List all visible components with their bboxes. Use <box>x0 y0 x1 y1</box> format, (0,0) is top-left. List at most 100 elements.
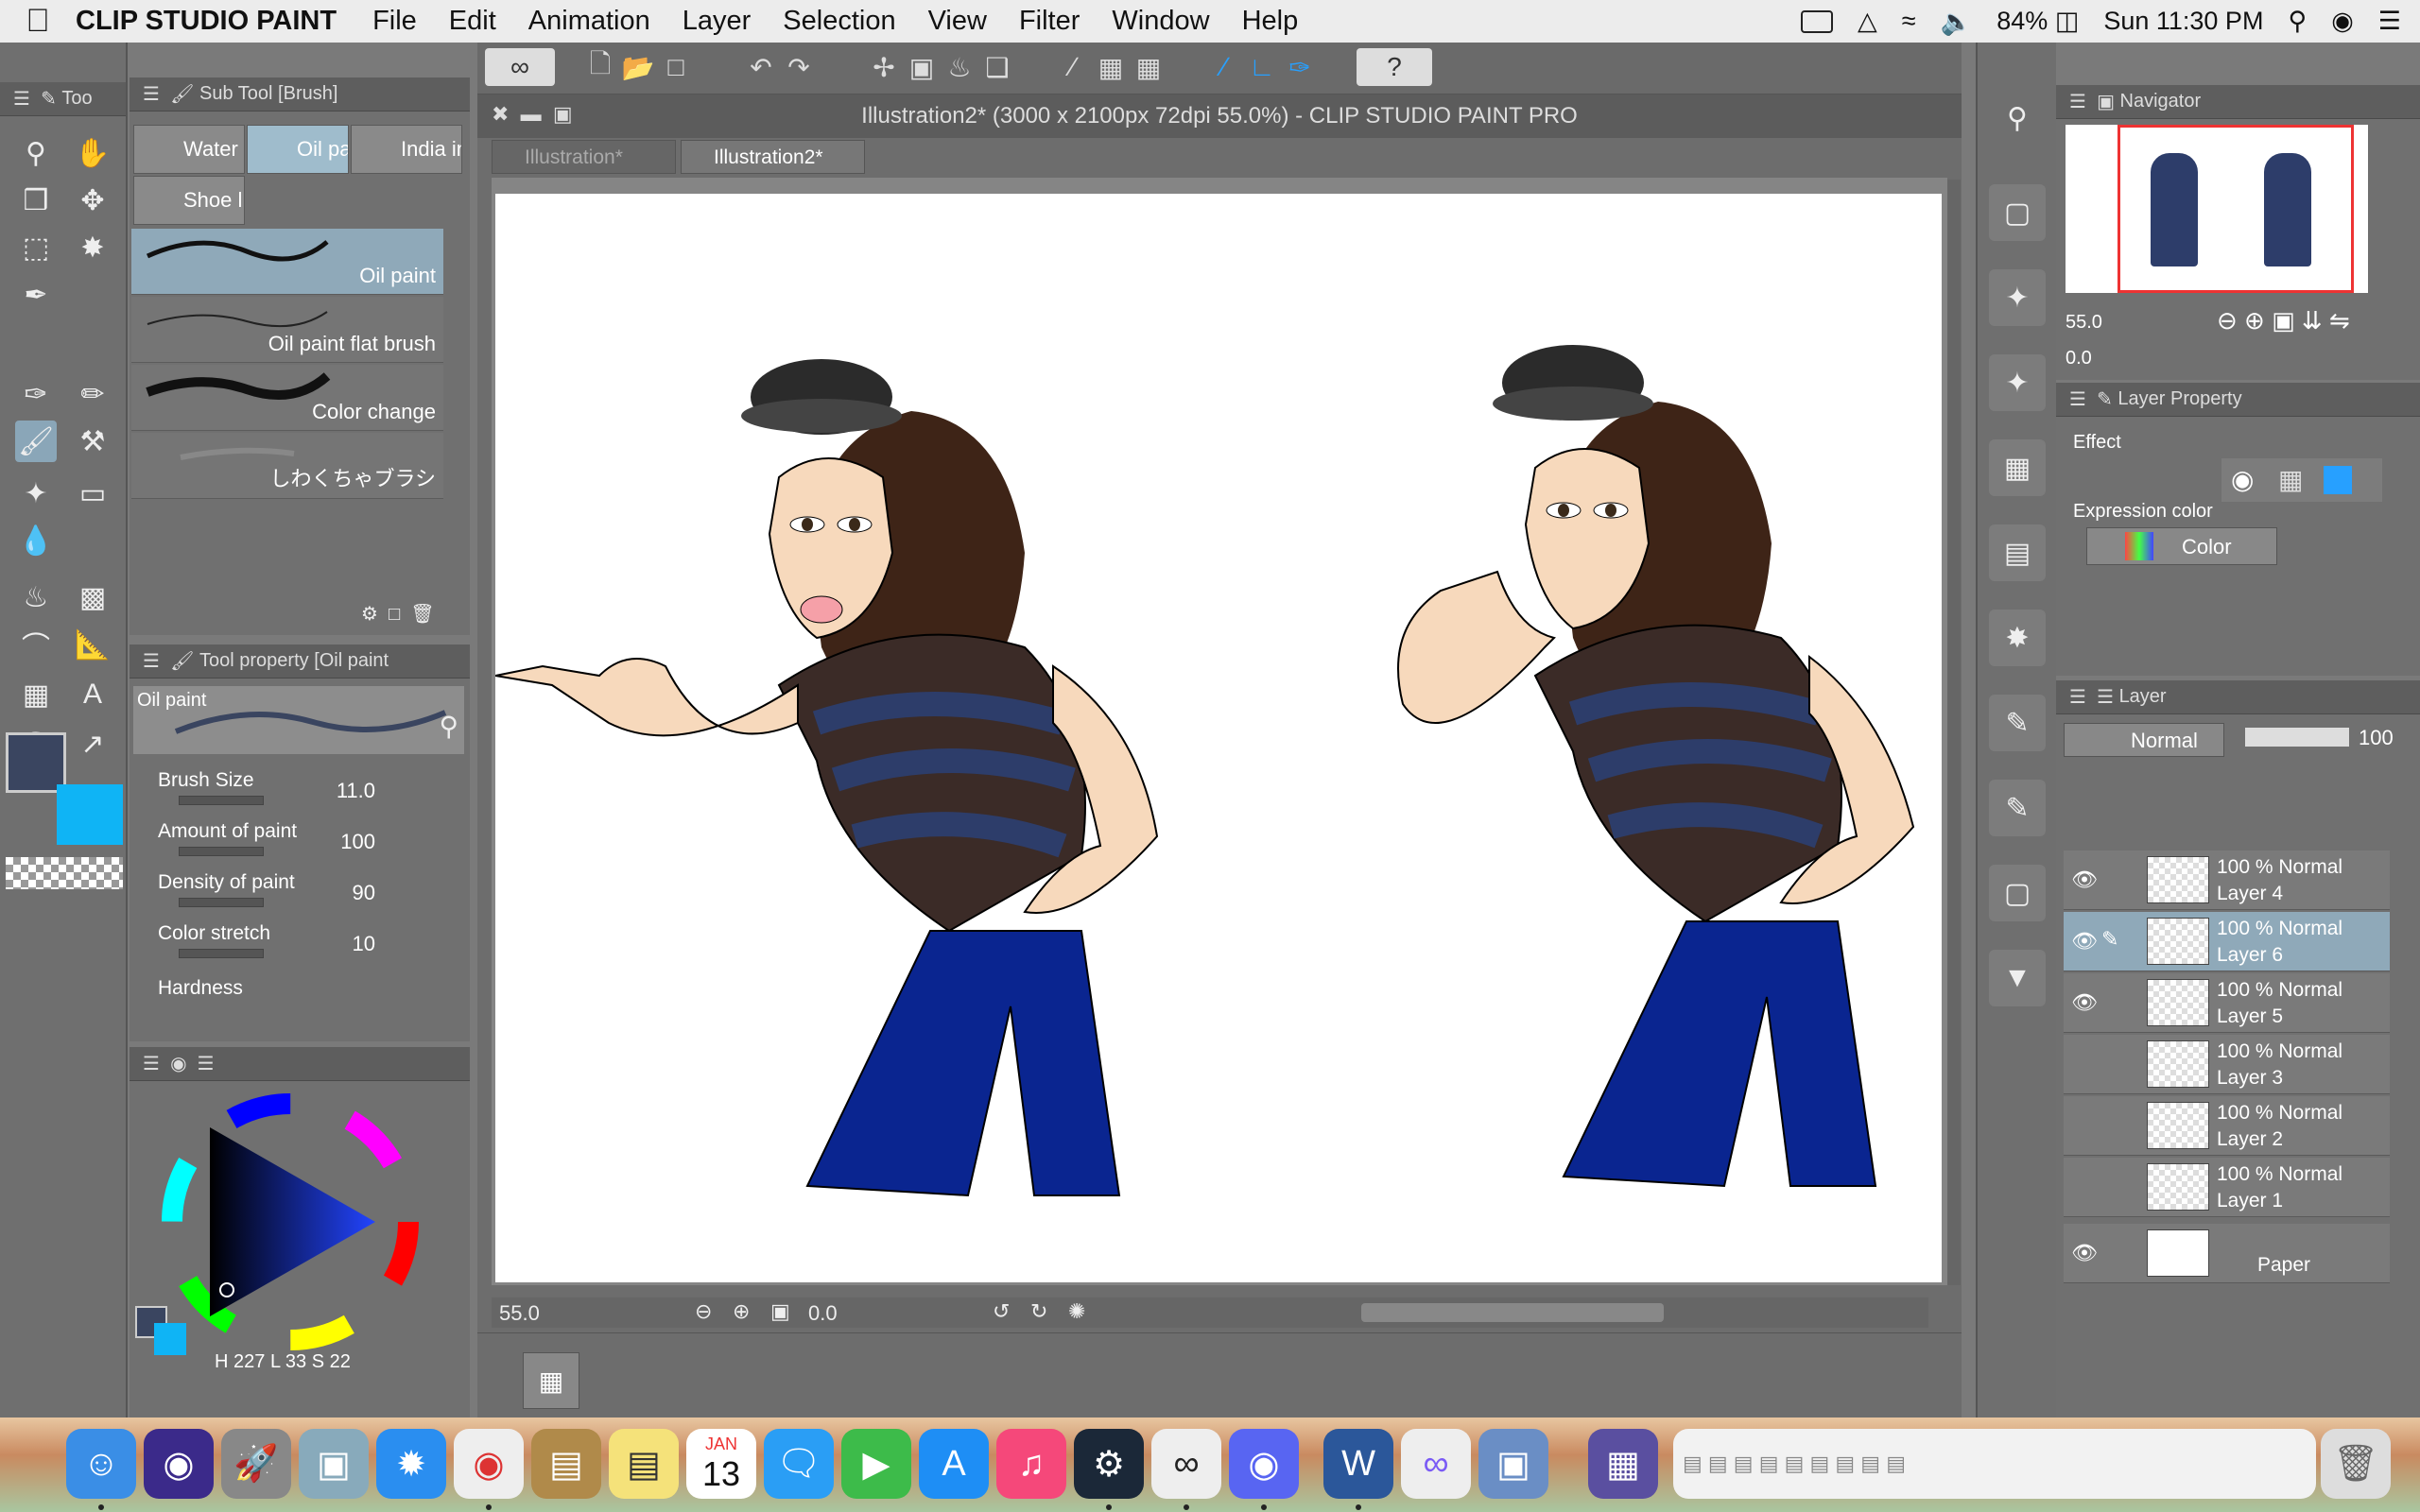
layer-row[interactable]: 👁 100 % Normal Layer 4 <box>2064 850 2390 910</box>
material-image-icon[interactable]: ✦ <box>1989 269 2046 326</box>
fill-tool-icon[interactable]: ♨ <box>15 576 57 618</box>
subtool-tab-oil-paint[interactable]: Oil pai <box>247 125 349 174</box>
image-capture-icon[interactable]: ▣ <box>1478 1429 1548 1499</box>
rotate-right-icon[interactable]: ↻ <box>1030 1299 1047 1324</box>
prop-density-of-paint[interactable]: Density of paint 90 <box>158 868 460 915</box>
layer-row-paper[interactable]: 👁 Paper <box>2064 1224 2390 1283</box>
menu-file[interactable]: File <box>372 6 417 37</box>
sub-color-swatch[interactable] <box>57 784 123 845</box>
gradient-tool-icon[interactable]: ▩ <box>72 576 113 618</box>
material-pose-icon[interactable]: ✎ <box>1989 780 2046 836</box>
transparent-color-swatch[interactable] <box>6 857 123 889</box>
subtool-settings-icon[interactable]: ⚙ <box>361 604 378 625</box>
eye-icon[interactable]: 👁 <box>2071 990 2098 1015</box>
menu-selection[interactable]: Selection <box>783 6 895 37</box>
brush-preview-zoom-icon[interactable]: ⚲ <box>439 711 458 742</box>
gameboy-icon[interactable]: ▦ <box>1588 1429 1658 1499</box>
snap-grid-icon[interactable]: ▦ <box>1130 48 1167 86</box>
stabilization-icon[interactable]: ∕ <box>1205 48 1243 86</box>
move-layer-tool-icon[interactable]: ✥ <box>72 180 113 221</box>
navigator-preview[interactable] <box>2066 125 2368 293</box>
eraser-tool-icon[interactable]: ▭ <box>72 472 113 514</box>
menu-edit[interactable]: Edit <box>449 6 496 37</box>
menu-help[interactable]: Help <box>1242 6 1299 37</box>
app-menu[interactable]: CLIP STUDIO PAINT <box>76 6 337 37</box>
trash-icon[interactable]: 🗑 <box>2321 1429 2391 1499</box>
flip-horizontal-icon[interactable]: ⇊ <box>2302 306 2323 335</box>
minimized-windows[interactable]: ▤ ▤ ▤ ▤ ▤ ▤ ▤ ▤ ▤ <box>1673 1429 2316 1499</box>
pen-tool-icon[interactable]: ✑ <box>15 373 57 415</box>
color-wheel[interactable] <box>158 1090 423 1354</box>
prop-slider[interactable] <box>179 949 264 958</box>
layer-row[interactable]: 100 % Normal Layer 3 <box>2064 1035 2390 1094</box>
material-pattern-icon[interactable]: ✦ <box>1989 354 2046 411</box>
close-window-icon[interactable]: ✖ <box>492 102 509 126</box>
volume-icon[interactable]: 🔈 <box>1941 7 1973 37</box>
layer-row[interactable]: 100 % Normal Layer 1 <box>2064 1158 2390 1217</box>
undo-icon[interactable]: ↶ <box>742 48 780 86</box>
layer-row[interactable]: 100 % Normal Layer 2 <box>2064 1096 2390 1156</box>
opacity-value[interactable]: 100 <box>2359 726 2394 750</box>
panel-menu-icon[interactable]: ☰ <box>143 82 160 106</box>
airplay-icon[interactable]: △ <box>1858 7 1877 36</box>
layer-color-effect-icon[interactable] <box>2324 466 2352 494</box>
prop-amount-of-paint[interactable]: Amount of paint 100 <box>158 816 460 864</box>
save-icon[interactable]: □ <box>657 48 695 86</box>
appstore-icon[interactable]: A <box>919 1429 989 1499</box>
color-wheel-tab-icon[interactable]: ◉ <box>170 1052 186 1075</box>
safari-icon[interactable]: ✹ <box>376 1429 446 1499</box>
snap-ruler-icon[interactable]: ∕ <box>1054 48 1092 86</box>
contacts-icon[interactable]: ▤ <box>531 1429 601 1499</box>
zoom-tool-icon[interactable]: ⚲ <box>15 132 57 174</box>
panel-menu-icon[interactable]: ☰ <box>2069 685 2086 709</box>
menu-filter[interactable]: Filter <box>1019 6 1080 37</box>
eye-icon[interactable]: 👁 <box>2071 929 2098 954</box>
operation-tool-icon[interactable]: ❒ <box>15 180 57 221</box>
layer-row[interactable]: 👁 100 % Normal Layer 5 <box>2064 973 2390 1033</box>
delete-subtool-icon[interactable]: 🗑 <box>410 604 434 625</box>
steam-icon[interactable]: ⚙ <box>1074 1429 1144 1499</box>
drawing-paper[interactable] <box>494 194 1942 1282</box>
horizontal-scrollbar[interactable] <box>1361 1303 1664 1322</box>
prop-color-stretch[interactable]: Color stretch 10 <box>158 919 460 966</box>
reset-rotation-icon[interactable]: ✺ <box>1068 1299 1085 1324</box>
frame-tool-icon[interactable]: ▦ <box>15 674 57 715</box>
eyedropper-tool-icon[interactable]: ✒ <box>15 274 57 316</box>
siri-icon[interactable]: ◉ <box>144 1429 214 1499</box>
search-icon[interactable]: ⚲ <box>1989 90 2046 146</box>
layer-row-active[interactable]: 👁 ✎ 100 % Normal Layer 6 <box>2064 912 2390 971</box>
clock[interactable]: Sun 11:30 PM <box>2103 7 2263 36</box>
navigator-zoom-value[interactable]: 55.0 <box>2066 312 2102 334</box>
timeline-icon[interactable]: ▦ <box>523 1352 579 1409</box>
eye-icon[interactable]: 👁 <box>2071 1241 2098 1265</box>
tone-effect-icon[interactable]: ▦ <box>2278 464 2303 495</box>
open-file-icon[interactable]: 📂 <box>619 48 657 86</box>
battery-status[interactable]: 84% ◫ <box>1996 7 2079 36</box>
clip-studio-icon[interactable]: ∞ <box>485 48 555 86</box>
figure-tool-icon[interactable]: ⌒ <box>15 624 57 665</box>
3d-material-icon[interactable]: ▢ <box>1989 184 2046 241</box>
panel-menu-icon[interactable]: ☰ <box>13 87 30 111</box>
wifi-icon[interactable]: ≈ <box>1902 7 1916 36</box>
tab-illustration2[interactable]: Illustration2* <box>681 140 865 174</box>
notes-icon[interactable]: ▤ <box>609 1429 679 1499</box>
zoom-out-icon[interactable]: ⊖ <box>2217 306 2238 335</box>
expression-color-select[interactable]: Color <box>2086 527 2277 565</box>
spotlight-icon[interactable]: ⚲ <box>2288 7 2307 36</box>
prop-brush-size[interactable]: Brush Size 11.0 <box>158 765 460 813</box>
facetime-icon[interactable]: ▶ <box>841 1429 911 1499</box>
prop-slider[interactable] <box>179 847 264 856</box>
vertical-scrollbar[interactable] <box>1947 180 1961 1285</box>
zoom-in-icon[interactable]: ⊕ <box>2244 306 2265 335</box>
flip-vertical-icon[interactable]: ⇋ <box>2329 306 2350 335</box>
blend-mode-select[interactable]: Normal <box>2064 723 2224 757</box>
help-icon[interactable]: ? <box>1357 48 1432 86</box>
pencil-tool-icon[interactable]: ✏ <box>72 373 113 415</box>
text-tool-icon[interactable]: A <box>72 674 113 715</box>
panel-menu-icon[interactable]: ☰ <box>143 649 160 673</box>
opacity-slider[interactable] <box>2245 728 2349 747</box>
hand-tool-icon[interactable]: ✋ <box>72 132 113 174</box>
launchpad-icon[interactable]: 🚀 <box>221 1429 291 1499</box>
panel-menu-icon[interactable]: ☰ <box>2069 90 2086 113</box>
material-download-icon[interactable]: ▼ <box>1989 950 2046 1006</box>
